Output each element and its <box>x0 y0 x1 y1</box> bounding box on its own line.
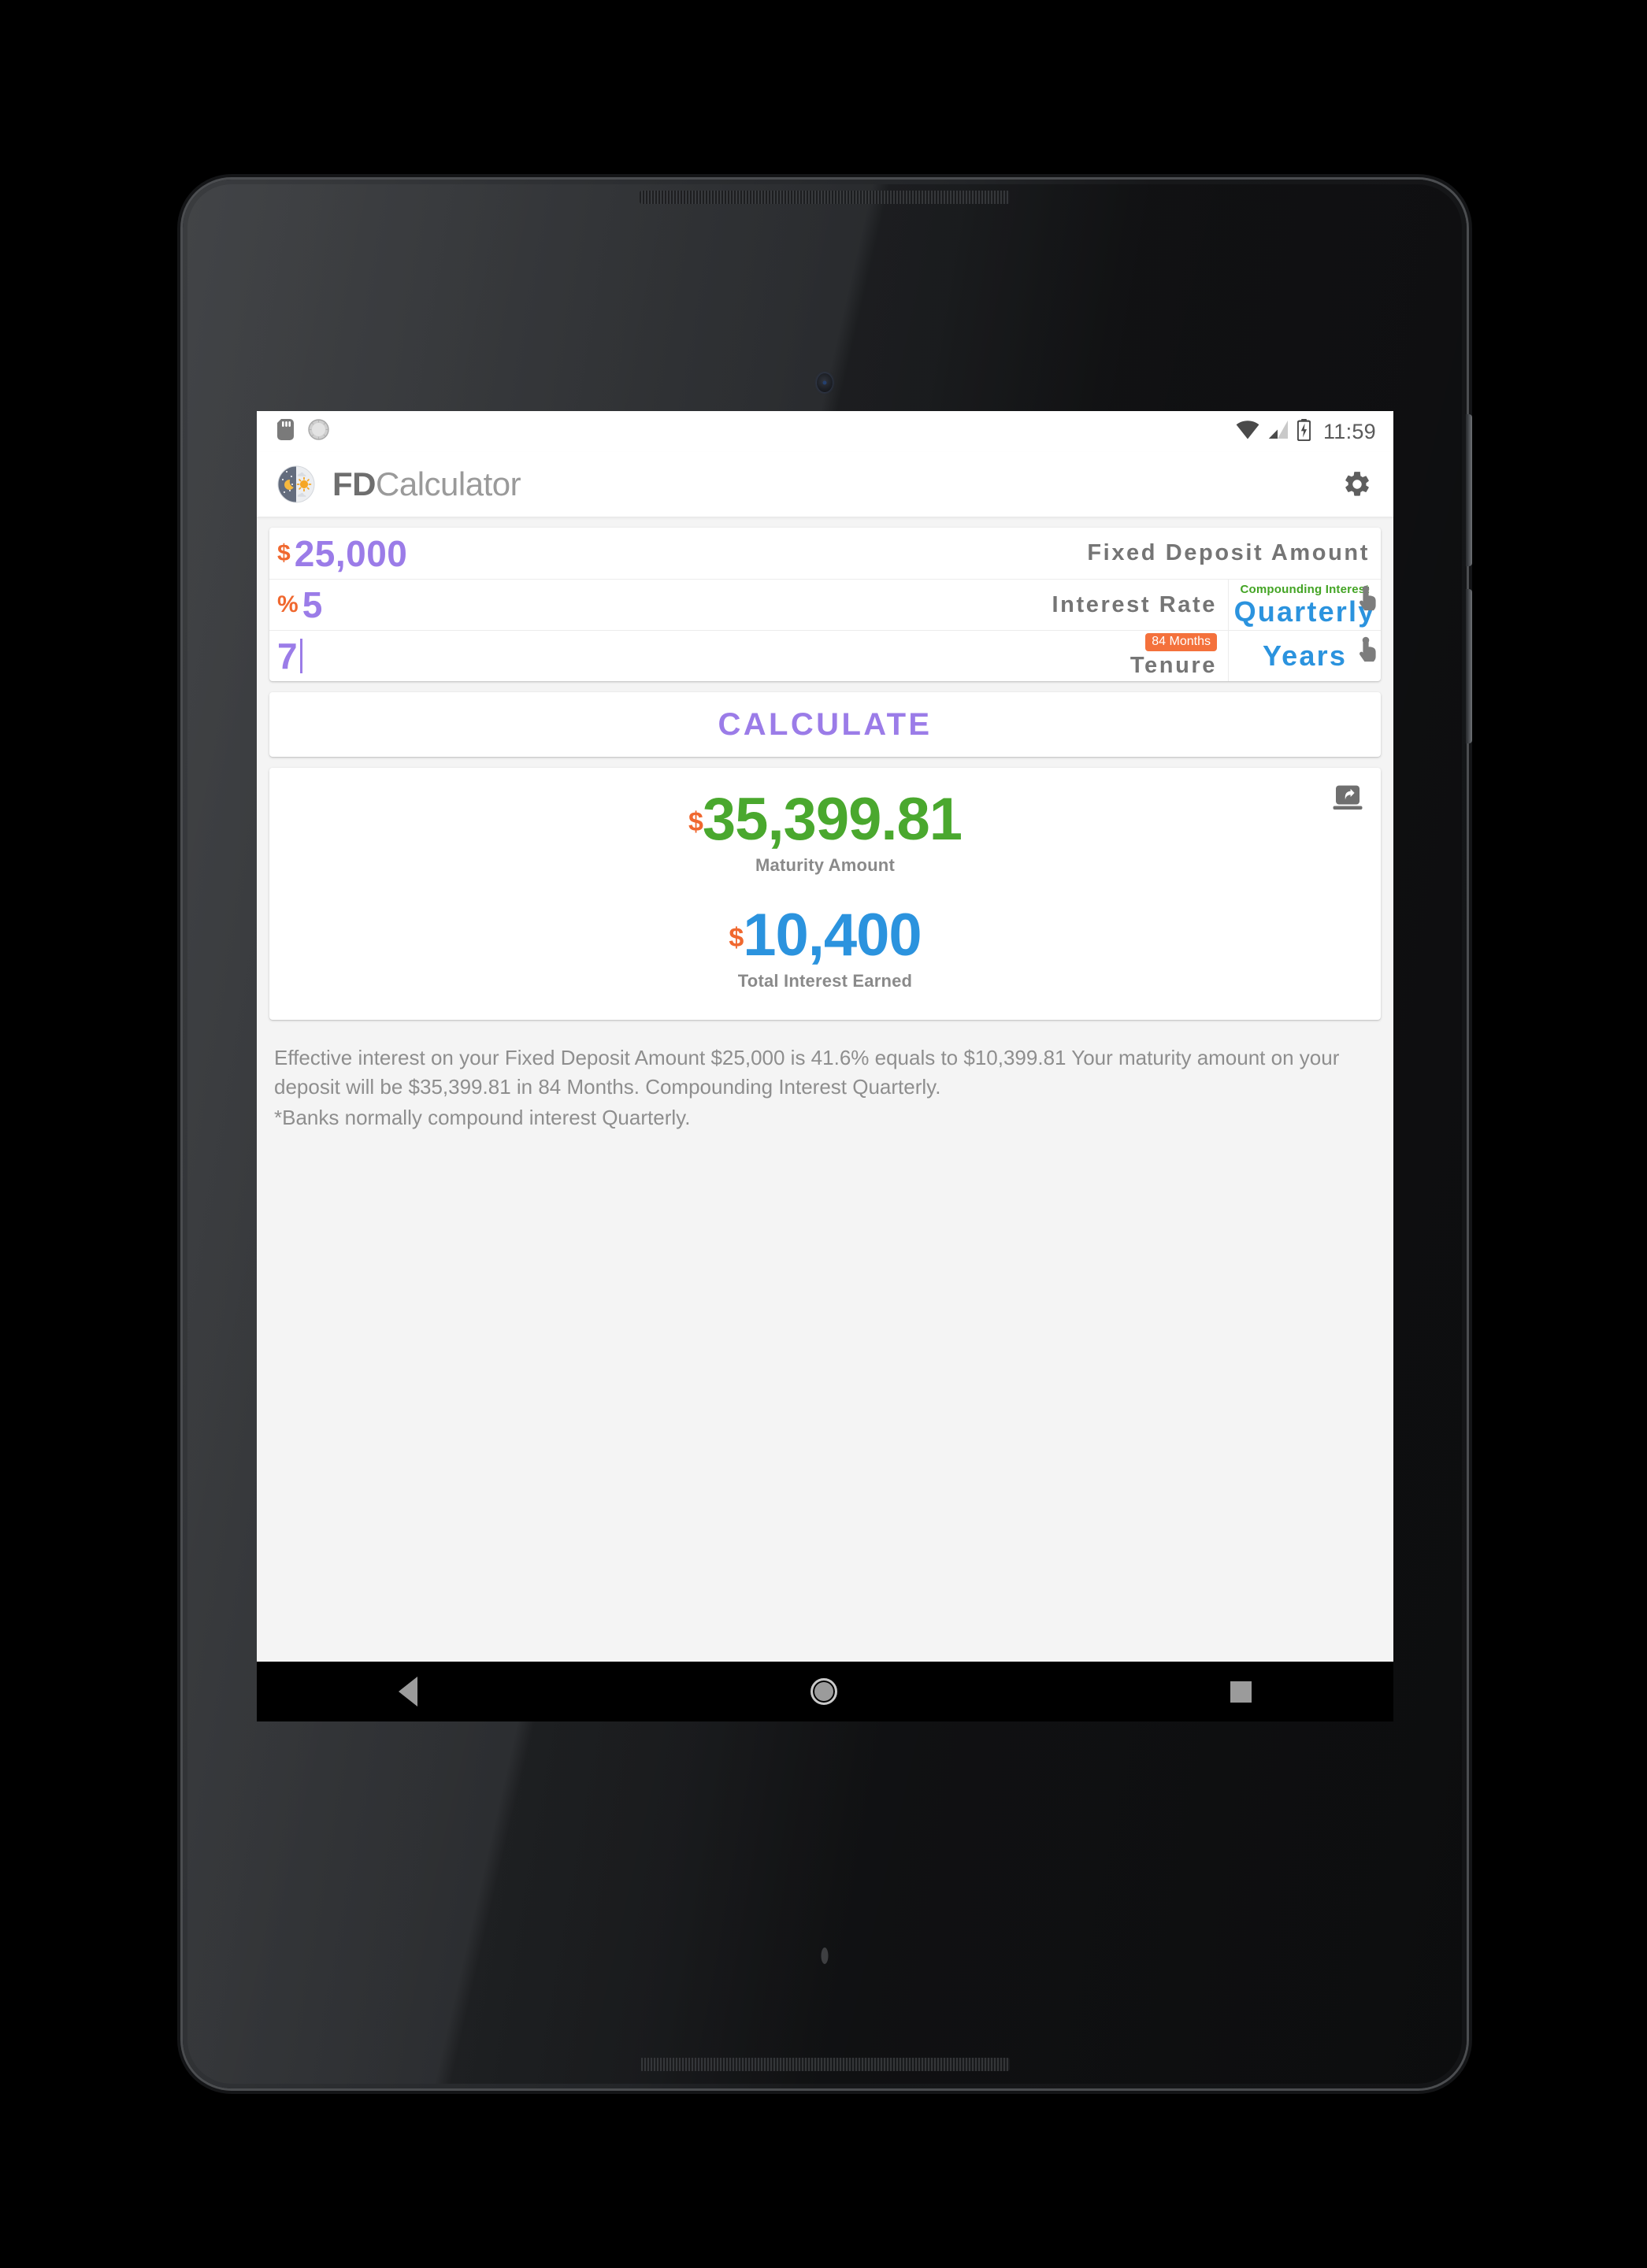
deposit-amount-label-cell: Fixed Deposit Amount <box>1087 528 1381 579</box>
tap-gesture-icon <box>1357 636 1378 663</box>
volume-button[interactable] <box>1466 589 1472 743</box>
compounding-interest-value: Quarterly <box>1233 595 1376 628</box>
maturity-amount-block: $35,399.81 Maturity Amount <box>269 790 1381 876</box>
tenure-unit-select[interactable]: Years <box>1228 631 1381 681</box>
deposit-amount-input[interactable]: $ 25,000 <box>269 528 1087 579</box>
explanation-text: Effective interest on your Fixed Deposit… <box>257 1020 1393 1132</box>
deposit-amount-value: 25,000 <box>294 532 408 574</box>
tenure-row[interactable]: 7 84 Months Tenure Years <box>269 630 1381 681</box>
interest-rate-value: 5 <box>302 584 323 625</box>
app-content: $ 25,000 Fixed Deposit Amount % 5 Intere… <box>257 528 1393 1132</box>
home-nav-icon[interactable] <box>811 1678 837 1705</box>
tenure-unit-value: Years <box>1262 639 1348 672</box>
back-nav-icon[interactable] <box>399 1677 417 1707</box>
currency-prefix: $ <box>277 539 291 566</box>
interest-rate-row[interactable]: % 5 Interest Rate Compounding Interest Q… <box>269 579 1381 630</box>
interest-currency-symbol: $ <box>729 922 744 953</box>
interest-rate-input[interactable]: % 5 <box>269 580 1052 630</box>
tap-gesture-icon <box>1357 585 1378 612</box>
tablet-screen: 11:59 FDCalculator $ 25,000 Fixed Deposi… <box>257 411 1393 1662</box>
tenure-input[interactable]: 7 <box>269 631 1130 681</box>
maturity-amount-value: $35,399.81 <box>269 790 1381 850</box>
explanation-paragraph: Effective interest on your Fixed Deposit… <box>274 1045 1340 1099</box>
status-bar-right-icons: 11:59 <box>1236 418 1376 445</box>
compounding-interest-caption: Compounding Interest <box>1240 583 1370 596</box>
status-bar-clock: 11:59 <box>1322 419 1376 443</box>
day-night-app-icon <box>277 465 315 503</box>
battery-charging-icon <box>1296 418 1311 445</box>
deposit-amount-label: Fixed Deposit Amount <box>1087 540 1370 565</box>
maturity-amount-caption: Maturity Amount <box>755 854 895 875</box>
interest-rate-label-cell: Interest Rate <box>1052 580 1228 630</box>
sd-card-icon <box>277 419 294 444</box>
total-interest-number: 10,400 <box>743 901 922 969</box>
total-interest-caption: Total Interest Earned <box>737 970 913 991</box>
interest-rate-label: Interest Rate <box>1052 591 1217 617</box>
android-status-bar: 11:59 <box>257 411 1393 452</box>
percent-prefix: % <box>277 591 299 617</box>
bottom-speaker-grille <box>640 2058 1010 2071</box>
tenure-months-badge: 84 Months <box>1145 633 1217 651</box>
total-interest-value: $10,400 <box>269 905 1381 965</box>
maturity-currency-symbol: $ <box>688 807 703 837</box>
gear-icon[interactable] <box>1340 467 1374 502</box>
status-bar-left-icons <box>277 419 329 444</box>
tenure-label-cell: 84 Months Tenure <box>1130 631 1228 681</box>
compounding-interest-select[interactable]: Compounding Interest Quarterly <box>1228 580 1381 630</box>
total-interest-block: $10,400 Total Interest Earned <box>269 905 1381 991</box>
page-title: FDCalculator <box>332 465 521 503</box>
share-icon[interactable] <box>1332 785 1363 812</box>
app-toolbar: FDCalculator <box>257 452 1393 517</box>
front-camera-icon <box>817 373 833 392</box>
explanation-note: *Banks normally compound interest Quarte… <box>274 1105 691 1129</box>
maturity-amount-number: 35,399.81 <box>702 786 963 853</box>
calculate-button-label: CALCULATE <box>718 706 933 742</box>
cellular-signal-icon <box>1268 420 1289 443</box>
inputs-card: $ 25,000 Fixed Deposit Amount % 5 Intere… <box>269 528 1381 681</box>
app-title-bold: FD <box>332 465 377 502</box>
wifi-icon <box>1236 420 1259 443</box>
text-cursor <box>300 639 303 673</box>
notification-led <box>821 1947 829 1964</box>
deposit-amount-row[interactable]: $ 25,000 Fixed Deposit Amount <box>269 528 1381 579</box>
tenure-value: 7 <box>277 636 299 676</box>
alarm-clock-icon <box>308 419 329 444</box>
tenure-label: Tenure <box>1130 653 1217 678</box>
results-card: $35,399.81 Maturity Amount $10,400 Total… <box>269 768 1381 1020</box>
app-title-light: Calculator <box>376 465 521 502</box>
top-speaker-grille <box>640 191 1010 204</box>
android-navigation-bar <box>257 1662 1393 1721</box>
recents-nav-icon[interactable] <box>1230 1681 1252 1703</box>
calculate-button[interactable]: CALCULATE <box>269 692 1381 757</box>
power-button[interactable] <box>1466 414 1472 566</box>
